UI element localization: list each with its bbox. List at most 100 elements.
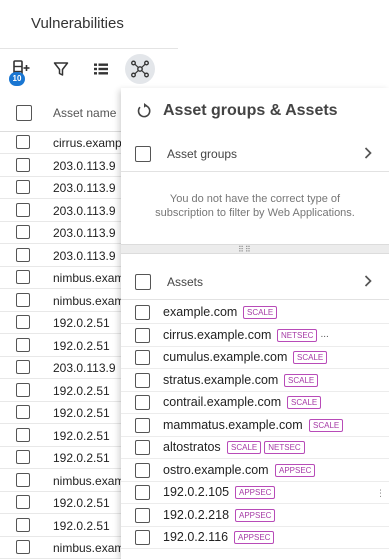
asset-name-cell: 192.0.2.51 bbox=[53, 406, 110, 420]
tag-badge: SCALE bbox=[243, 306, 278, 319]
asset-name: example.com bbox=[163, 305, 238, 319]
table-row[interactable]: 192.0.2.51 bbox=[0, 515, 140, 537]
filter-icon bbox=[53, 62, 69, 76]
asset-checkbox[interactable] bbox=[135, 417, 150, 433]
subscription-notice: You do not have the correct type of subs… bbox=[121, 192, 389, 234]
row-checkbox[interactable] bbox=[16, 337, 30, 352]
assets-section[interactable]: Assets bbox=[121, 264, 389, 300]
table-row[interactable]: 192.0.2.51 bbox=[0, 335, 140, 357]
asset-name-cell: 192.0.2.51 bbox=[53, 338, 110, 353]
notice-line: subscription to filter by Web Applicatio… bbox=[155, 207, 355, 219]
side-resize-grip[interactable]: ⋮⋮ bbox=[376, 489, 389, 498]
row-checkbox[interactable] bbox=[16, 427, 30, 442]
asset-checkbox[interactable] bbox=[135, 305, 150, 320]
asset-name: 192.0.2.218 bbox=[163, 507, 230, 522]
asset-item[interactable]: mammatus.example.com SCALE bbox=[121, 415, 389, 437]
chevron-right-icon[interactable] bbox=[361, 273, 375, 289]
row-checkbox[interactable] bbox=[16, 202, 30, 217]
asset-graph-button[interactable] bbox=[125, 54, 155, 84]
list-view-button[interactable] bbox=[86, 54, 116, 84]
row-checkbox[interactable] bbox=[16, 360, 30, 374]
asset-checkbox[interactable] bbox=[135, 485, 150, 500]
select-all-checkbox[interactable] bbox=[16, 105, 32, 121]
row-checkbox[interactable] bbox=[16, 450, 30, 464]
asset-checkbox[interactable] bbox=[135, 372, 150, 388]
row-checkbox[interactable] bbox=[16, 405, 30, 419]
asset-item[interactable]: cumulus.example.com SCALE bbox=[121, 347, 389, 369]
asset-name-cell: 203.0.113.9 bbox=[53, 361, 116, 375]
asset-tags: APPSEC bbox=[234, 531, 275, 544]
table-row[interactable]: nimbus.exam bbox=[0, 537, 140, 559]
asset-name-cell: nimbus.exam bbox=[53, 541, 125, 555]
row-checkbox[interactable] bbox=[16, 225, 30, 239]
asset-name: contrail.example.com bbox=[163, 395, 282, 409]
asset-name: 192.0.2.105 bbox=[163, 485, 230, 499]
table-row[interactable]: nimbus.exam bbox=[0, 470, 140, 492]
row-checkbox[interactable] bbox=[16, 247, 30, 262]
row-checkbox[interactable] bbox=[16, 135, 30, 149]
asset-tags: NETSEC... bbox=[277, 328, 329, 342]
table-row[interactable]: 192.0.2.51 bbox=[0, 492, 140, 514]
asset-name-cell: cirrus.examp bbox=[53, 136, 122, 150]
asset-item[interactable]: 192.0.2.105 APPSEC bbox=[121, 482, 389, 504]
asset-checkbox[interactable] bbox=[135, 462, 150, 478]
column-header-asset-name[interactable]: Asset name bbox=[53, 106, 116, 120]
asset-item[interactable]: 192.0.2.218 APPSEC bbox=[121, 505, 389, 527]
row-checkbox[interactable] bbox=[16, 157, 30, 172]
assets-checkbox[interactable] bbox=[135, 274, 151, 290]
asset-name: ostro.example.com bbox=[163, 462, 269, 477]
grip-icon: ⠿⠿ bbox=[238, 245, 252, 254]
table-row[interactable]: 203.0.113.9 bbox=[0, 245, 140, 267]
table-row[interactable]: nimbus.exam bbox=[0, 290, 140, 312]
asset-item[interactable]: altostratos SCALE NETSEC bbox=[121, 437, 389, 459]
row-checkbox[interactable] bbox=[16, 540, 30, 554]
asset-checkbox[interactable] bbox=[135, 507, 150, 523]
page-title: Vulnerabilities bbox=[31, 15, 124, 32]
asset-name: cirrus.example.com bbox=[163, 327, 272, 342]
asset-checkbox[interactable] bbox=[135, 327, 150, 343]
chevron-right-icon[interactable] bbox=[361, 145, 375, 161]
reset-icon[interactable] bbox=[135, 102, 153, 120]
table-row[interactable]: 192.0.2.51 bbox=[0, 380, 140, 402]
asset-item[interactable]: 192.0.2.116 APPSEC bbox=[121, 527, 389, 549]
asset-item[interactable]: stratus.example.com SCALE bbox=[121, 370, 389, 392]
asset-name-cell: 203.0.113.9 bbox=[53, 181, 116, 195]
row-checkbox[interactable] bbox=[16, 382, 30, 397]
asset-checkbox[interactable] bbox=[135, 350, 150, 365]
asset-item[interactable]: ostro.example.com APPSEC bbox=[121, 460, 389, 482]
truncation-ellipsis: ... bbox=[320, 328, 329, 340]
table-row[interactable]: nimbus.exam bbox=[0, 267, 140, 289]
row-checkbox[interactable] bbox=[16, 315, 30, 329]
filter-button[interactable] bbox=[46, 54, 76, 84]
row-checkbox[interactable] bbox=[16, 472, 30, 487]
table-row[interactable]: 203.0.113.9 bbox=[0, 177, 140, 199]
asset-checkbox[interactable] bbox=[135, 395, 150, 410]
table-row[interactable]: 192.0.2.51 bbox=[0, 447, 140, 469]
asset-groups-section[interactable]: Asset groups bbox=[121, 136, 389, 172]
asset-groups-checkbox[interactable] bbox=[135, 146, 151, 162]
table-row[interactable]: 203.0.113.9 bbox=[0, 222, 140, 244]
row-checkbox[interactable] bbox=[16, 495, 30, 509]
row-checkbox[interactable] bbox=[16, 180, 30, 194]
table-row[interactable]: cirrus.examp bbox=[0, 132, 140, 154]
asset-checkbox[interactable] bbox=[135, 440, 150, 455]
asset-name-cell: 192.0.2.51 bbox=[53, 428, 110, 443]
resize-handle[interactable]: ⠿⠿ bbox=[121, 244, 389, 254]
row-checkbox[interactable] bbox=[16, 517, 30, 532]
asset-item[interactable]: contrail.example.com SCALE bbox=[121, 392, 389, 414]
asset-item[interactable]: example.com SCALE bbox=[121, 302, 389, 324]
table-row[interactable]: 203.0.113.9 bbox=[0, 200, 140, 222]
tag-badge: APPSEC bbox=[275, 463, 316, 477]
row-checkbox[interactable] bbox=[16, 270, 30, 284]
asset-name: 192.0.2.116 bbox=[163, 530, 229, 544]
table-row[interactable]: 203.0.113.9 bbox=[0, 357, 140, 379]
asset-item[interactable]: cirrus.example.com NETSEC... bbox=[121, 325, 389, 347]
table-row[interactable]: 192.0.2.51 bbox=[0, 312, 140, 334]
table-row[interactable]: 192.0.2.51 bbox=[0, 402, 140, 424]
asset-checkbox[interactable] bbox=[135, 530, 150, 545]
row-checkbox[interactable] bbox=[16, 292, 30, 307]
asset-tags: SCALE bbox=[287, 396, 322, 409]
table-row[interactable]: 192.0.2.51 bbox=[0, 425, 140, 447]
table-row[interactable]: 203.0.113.9 bbox=[0, 155, 140, 177]
tag-badge: APPSEC bbox=[235, 486, 276, 499]
